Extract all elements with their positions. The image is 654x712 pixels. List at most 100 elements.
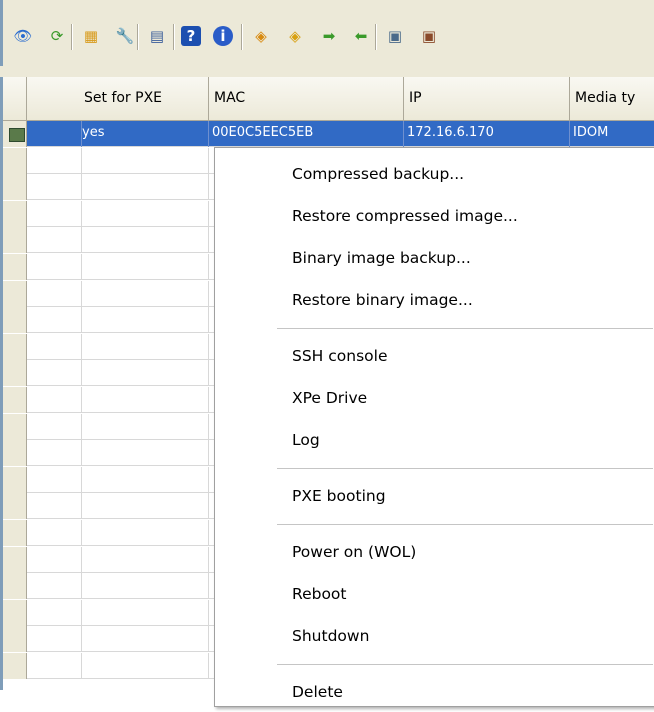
empty-cell: [27, 546, 82, 573]
refresh-icon[interactable]: ⟳: [45, 24, 69, 48]
cell-spacer: [27, 121, 82, 147]
empty-cell: [27, 573, 82, 600]
empty-cell: [79, 493, 209, 520]
empty-cell: [27, 360, 82, 387]
menu-item-restore-compressed-image[interactable]: Restore compressed image...: [273, 196, 653, 236]
menu-item-power-on-wol[interactable]: Power on (WOL): [273, 532, 653, 572]
empty-cell: [79, 413, 209, 440]
empty-cell: [79, 653, 209, 679]
empty-cell: [79, 307, 209, 334]
header-media-type[interactable]: Media ty: [570, 77, 654, 120]
binary-restore-icon[interactable]: ⬅: [349, 24, 373, 48]
toolbar-separator: [241, 24, 243, 50]
row-header-cell: [3, 466, 27, 493]
row-header-cell: [3, 653, 27, 679]
empty-cell: [79, 280, 209, 307]
row-header-cell: [3, 360, 27, 387]
menu-separator: [277, 328, 653, 329]
empty-cell: [79, 333, 209, 360]
menu-item-shutdown[interactable]: Shutdown: [273, 616, 653, 656]
row-header-cell: [3, 174, 27, 201]
help-icon[interactable]: ?: [181, 26, 201, 46]
row-header-cell: [3, 200, 27, 227]
row-header-cell: [3, 307, 27, 334]
menu-item-ssh-console[interactable]: SSH console: [273, 336, 653, 376]
row-header-cell: [3, 493, 27, 520]
restore-icon[interactable]: ◈: [283, 24, 307, 48]
empty-cell: [79, 254, 209, 280]
empty-cell: [79, 626, 209, 653]
device-remove-icon[interactable]: ▣: [417, 24, 441, 48]
empty-cell: [79, 360, 209, 387]
menu-separator: [277, 468, 653, 469]
row-header-cell: [3, 254, 27, 280]
backup-icon[interactable]: ◈: [249, 24, 273, 48]
empty-cell: [79, 546, 209, 573]
row-header-cell: [3, 280, 27, 307]
empty-cell: [27, 466, 82, 493]
cell-media-type: IDOM: [570, 121, 654, 147]
row-header-cell: [3, 520, 27, 546]
device-add-icon[interactable]: ▣: [383, 24, 407, 48]
row-header-cell: [3, 333, 27, 360]
terminal-icon[interactable]: ▤: [145, 24, 169, 48]
empty-cell: [27, 307, 82, 334]
toolbar-separator: [375, 24, 377, 50]
menu-item-binary-image-backup[interactable]: Binary image backup...: [273, 238, 653, 278]
menu-item-restore-binary-image[interactable]: Restore binary image...: [273, 280, 653, 320]
row-header-cell: [3, 227, 27, 254]
header-mac[interactable]: MAC: [209, 77, 404, 120]
empty-cell: [27, 520, 82, 546]
menu-item-compressed-backup[interactable]: Compressed backup...: [273, 154, 653, 194]
toolbar-separator: [137, 24, 139, 50]
empty-cell: [27, 280, 82, 307]
empty-cell: [27, 200, 82, 227]
menu-item-delete[interactable]: Delete: [273, 672, 653, 712]
row-header-cell: [3, 387, 27, 413]
empty-cell: [79, 174, 209, 201]
row-header-cell: [3, 573, 27, 600]
empty-cell: [27, 254, 82, 280]
view-icon[interactable]: 👁: [11, 24, 35, 48]
empty-cell: [79, 520, 209, 546]
menu-gutter: [215, 148, 273, 706]
tools-icon[interactable]: 🔧: [113, 24, 137, 48]
empty-cell: [27, 653, 82, 679]
header-ip[interactable]: IP: [404, 77, 570, 120]
table-row[interactable]: yes 00E0C5EEC5EB 172.16.6.170 IDOM: [3, 121, 654, 147]
properties-icon[interactable]: ▦: [79, 24, 103, 48]
menu-item-pxe-booting[interactable]: PXE booting: [273, 476, 653, 516]
cell-set-for-pxe: yes: [79, 121, 209, 147]
menu-item-log[interactable]: Log: [273, 420, 653, 460]
empty-cell: [79, 573, 209, 600]
empty-cell: [27, 333, 82, 360]
toolbar: 👁 ⟳ ▦ 🔧 ▤? i ◈ ◈ ➡ ⬅ ▣ ▣: [0, 0, 654, 66]
toolbar-separator: [173, 24, 175, 50]
empty-cell: [79, 387, 209, 413]
empty-cell: [79, 440, 209, 467]
empty-cell: [27, 227, 82, 254]
header-set-for-pxe[interactable]: Set for PXE: [79, 77, 209, 120]
empty-cell: [79, 147, 209, 174]
cell-ip: 172.16.6.170: [404, 121, 570, 147]
computer-icon: [3, 121, 27, 147]
toolbar-separator: [71, 24, 73, 50]
context-menu: Compressed backup... Restore compressed i…: [214, 147, 654, 707]
row-header-cell: [3, 413, 27, 440]
row-header-cell: [3, 546, 27, 573]
binary-backup-icon[interactable]: ➡: [317, 24, 341, 48]
empty-cell: [27, 599, 82, 626]
row-header-cell: [3, 626, 27, 653]
empty-cell: [27, 440, 82, 467]
empty-cell: [27, 493, 82, 520]
empty-cell: [79, 227, 209, 254]
info-icon[interactable]: i: [213, 26, 233, 46]
empty-cell: [27, 147, 82, 174]
row-header-cell: [3, 147, 27, 174]
menu-separator: [277, 524, 653, 525]
menu-item-reboot[interactable]: Reboot: [273, 574, 653, 614]
menu-item-xpe-drive[interactable]: XPe Drive: [273, 378, 653, 418]
empty-cell: [79, 200, 209, 227]
header-spacer: [27, 77, 82, 120]
empty-cell: [27, 174, 82, 201]
